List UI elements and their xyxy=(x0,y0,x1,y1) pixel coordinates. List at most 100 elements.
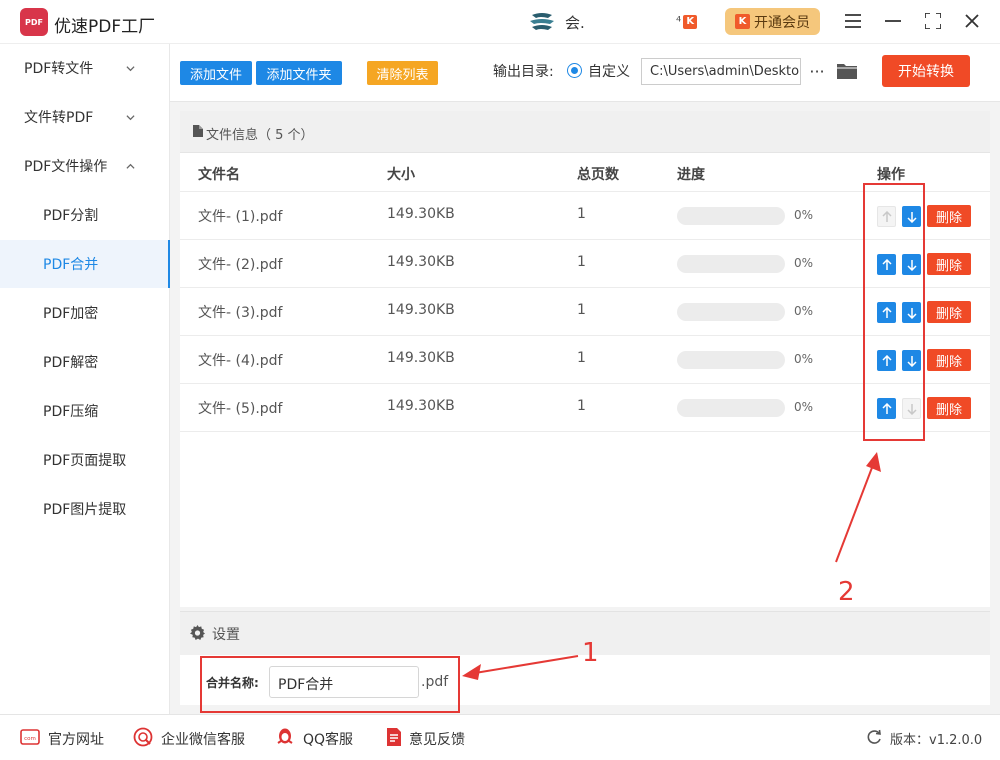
progress-bar xyxy=(677,303,785,321)
sidebar-item-label: PDF页面提取 xyxy=(43,453,127,469)
sidebar-item-label: PDF加密 xyxy=(43,306,99,322)
delete-button[interactable]: 删除 xyxy=(927,397,971,419)
sidebar-item-label: PDF图片提取 xyxy=(43,502,127,518)
column-header-name: 文件名 xyxy=(198,167,240,183)
vip-button[interactable]: K 开通会员 xyxy=(725,8,820,35)
annotation-number-2: 2 xyxy=(838,577,855,607)
k-letter: K xyxy=(683,15,698,29)
settings-title: 设置 xyxy=(212,627,240,643)
official-website-link[interactable]: 官方网址 xyxy=(48,729,104,749)
chevron-down-icon xyxy=(126,66,135,72)
sidebar-item-label: PDF文件操作 xyxy=(24,159,108,175)
k-badge-icon[interactable]: ⁴K xyxy=(676,12,704,32)
vip-label: 开通会员 xyxy=(754,14,810,31)
chevron-down-icon xyxy=(126,115,135,121)
sidebar-item-label: PDF解密 xyxy=(43,355,99,371)
sidebar-item-pdf-merge[interactable]: PDF合并 xyxy=(0,240,170,288)
sidebar: PDF转文件 文件转PDF PDF文件操作 PDF分割 PDF合并 PDF加密 … xyxy=(0,44,170,714)
output-dir-label: 输出目录: xyxy=(493,64,554,80)
file-size: 149.30KB xyxy=(387,398,455,414)
sidebar-item-pdf-compress[interactable]: PDF压缩 xyxy=(0,387,170,435)
progress-percent: 0% xyxy=(794,256,814,270)
file-size: 149.30KB xyxy=(387,350,455,366)
add-folder-button[interactable]: 添加文件夹 xyxy=(256,61,342,85)
feedback-link[interactable]: 意见反馈 xyxy=(409,729,465,749)
progress-percent: 0% xyxy=(794,304,814,318)
maximize-icon[interactable] xyxy=(922,10,944,32)
vip-badge-icon: K xyxy=(735,14,750,29)
user-logo-icon xyxy=(530,13,554,30)
file-name: 文件- (1).pdf xyxy=(198,209,283,225)
progress-bar xyxy=(677,399,785,417)
file-size: 149.30KB xyxy=(387,254,455,270)
wechat-support-link[interactable]: 企业微信客服 xyxy=(161,729,245,749)
file-info-title: 文件信息（ 5 个） xyxy=(206,128,314,143)
custom-dir-label[interactable]: 自定义 xyxy=(588,61,630,81)
delete-button[interactable]: 删除 xyxy=(927,349,971,371)
gear-icon xyxy=(190,625,205,640)
annotation-box-reorder xyxy=(863,183,925,441)
clear-list-button[interactable]: 清除列表 xyxy=(367,61,438,85)
qq-support-link[interactable]: QQ客服 xyxy=(303,729,353,749)
sidebar-item-pdf-split[interactable]: PDF分割 xyxy=(0,191,170,239)
document-icon xyxy=(193,125,203,137)
sidebar-item-pdf-operations[interactable]: PDF文件操作 xyxy=(0,142,170,190)
delete-button[interactable]: 删除 xyxy=(927,253,971,275)
more-options-button[interactable]: ··· xyxy=(806,58,828,84)
progress-bar xyxy=(677,255,785,273)
chevron-up-icon xyxy=(126,163,135,169)
file-name: 文件- (4).pdf xyxy=(198,353,283,369)
app-logo: PDF xyxy=(20,8,48,36)
user-name[interactable]: 会. xyxy=(565,12,585,33)
sidebar-item-file-to-pdf[interactable]: 文件转PDF xyxy=(0,93,170,141)
file-pages: 1 xyxy=(577,350,586,366)
wechat-icon xyxy=(133,727,153,747)
custom-dir-radio[interactable] xyxy=(567,63,582,78)
sidebar-item-pdf-encrypt[interactable]: PDF加密 xyxy=(0,289,170,337)
file-size: 149.30KB xyxy=(387,302,455,318)
sidebar-item-label: PDF合并 xyxy=(43,257,99,273)
file-name: 文件- (2).pdf xyxy=(198,257,283,273)
close-icon[interactable] xyxy=(961,10,983,32)
folder-icon[interactable] xyxy=(836,61,858,81)
delete-button[interactable]: 删除 xyxy=(927,205,971,227)
feedback-icon xyxy=(387,728,401,746)
progress-bar xyxy=(677,207,785,225)
file-pages: 1 xyxy=(577,302,586,318)
minimize-icon[interactable] xyxy=(882,10,904,32)
version-label: 版本：v1.2.0.0 xyxy=(890,733,983,748)
start-convert-button[interactable]: 开始转换 xyxy=(882,55,970,87)
sidebar-item-pdf-page-extract[interactable]: PDF页面提取 xyxy=(0,436,170,484)
file-pages: 1 xyxy=(577,398,586,414)
annotation-box-merge-name xyxy=(200,656,460,713)
file-name: 文件- (5).pdf xyxy=(198,401,283,417)
file-name: 文件- (3).pdf xyxy=(198,305,283,321)
progress-percent: 0% xyxy=(794,352,814,366)
file-pages: 1 xyxy=(577,206,586,222)
column-header-progress: 进度 xyxy=(677,167,705,183)
sidebar-item-label: PDF分割 xyxy=(43,208,99,224)
menu-icon[interactable] xyxy=(842,10,864,32)
sidebar-item-pdf-to-file[interactable]: PDF转文件 xyxy=(0,44,170,92)
sidebar-item-pdf-decrypt[interactable]: PDF解密 xyxy=(0,338,170,386)
column-header-pages: 总页数 xyxy=(577,167,619,183)
svg-text:com: com xyxy=(24,736,36,742)
add-file-button[interactable]: 添加文件 xyxy=(180,61,252,85)
column-header-actions: 操作 xyxy=(877,167,905,183)
progress-bar xyxy=(677,351,785,369)
column-header-size: 大小 xyxy=(387,167,415,183)
toolbar: 添加文件 添加文件夹 清除列表 xyxy=(170,44,1000,102)
annotation-number-1: 1 xyxy=(582,638,599,668)
sidebar-item-label: PDF压缩 xyxy=(43,404,99,420)
progress-percent: 0% xyxy=(794,400,814,414)
output-path-input[interactable]: C:\Users\admin\Deskto xyxy=(641,58,801,85)
website-icon: com xyxy=(20,729,40,745)
sidebar-item-label: PDF转文件 xyxy=(24,61,94,77)
sidebar-item-pdf-image-extract[interactable]: PDF图片提取 xyxy=(0,485,170,533)
file-pages: 1 xyxy=(577,254,586,270)
qq-icon xyxy=(277,728,293,744)
delete-button[interactable]: 删除 xyxy=(927,301,971,323)
app-title: 优速PDF工厂 xyxy=(54,17,156,37)
progress-percent: 0% xyxy=(794,208,814,222)
refresh-icon[interactable] xyxy=(866,729,882,745)
